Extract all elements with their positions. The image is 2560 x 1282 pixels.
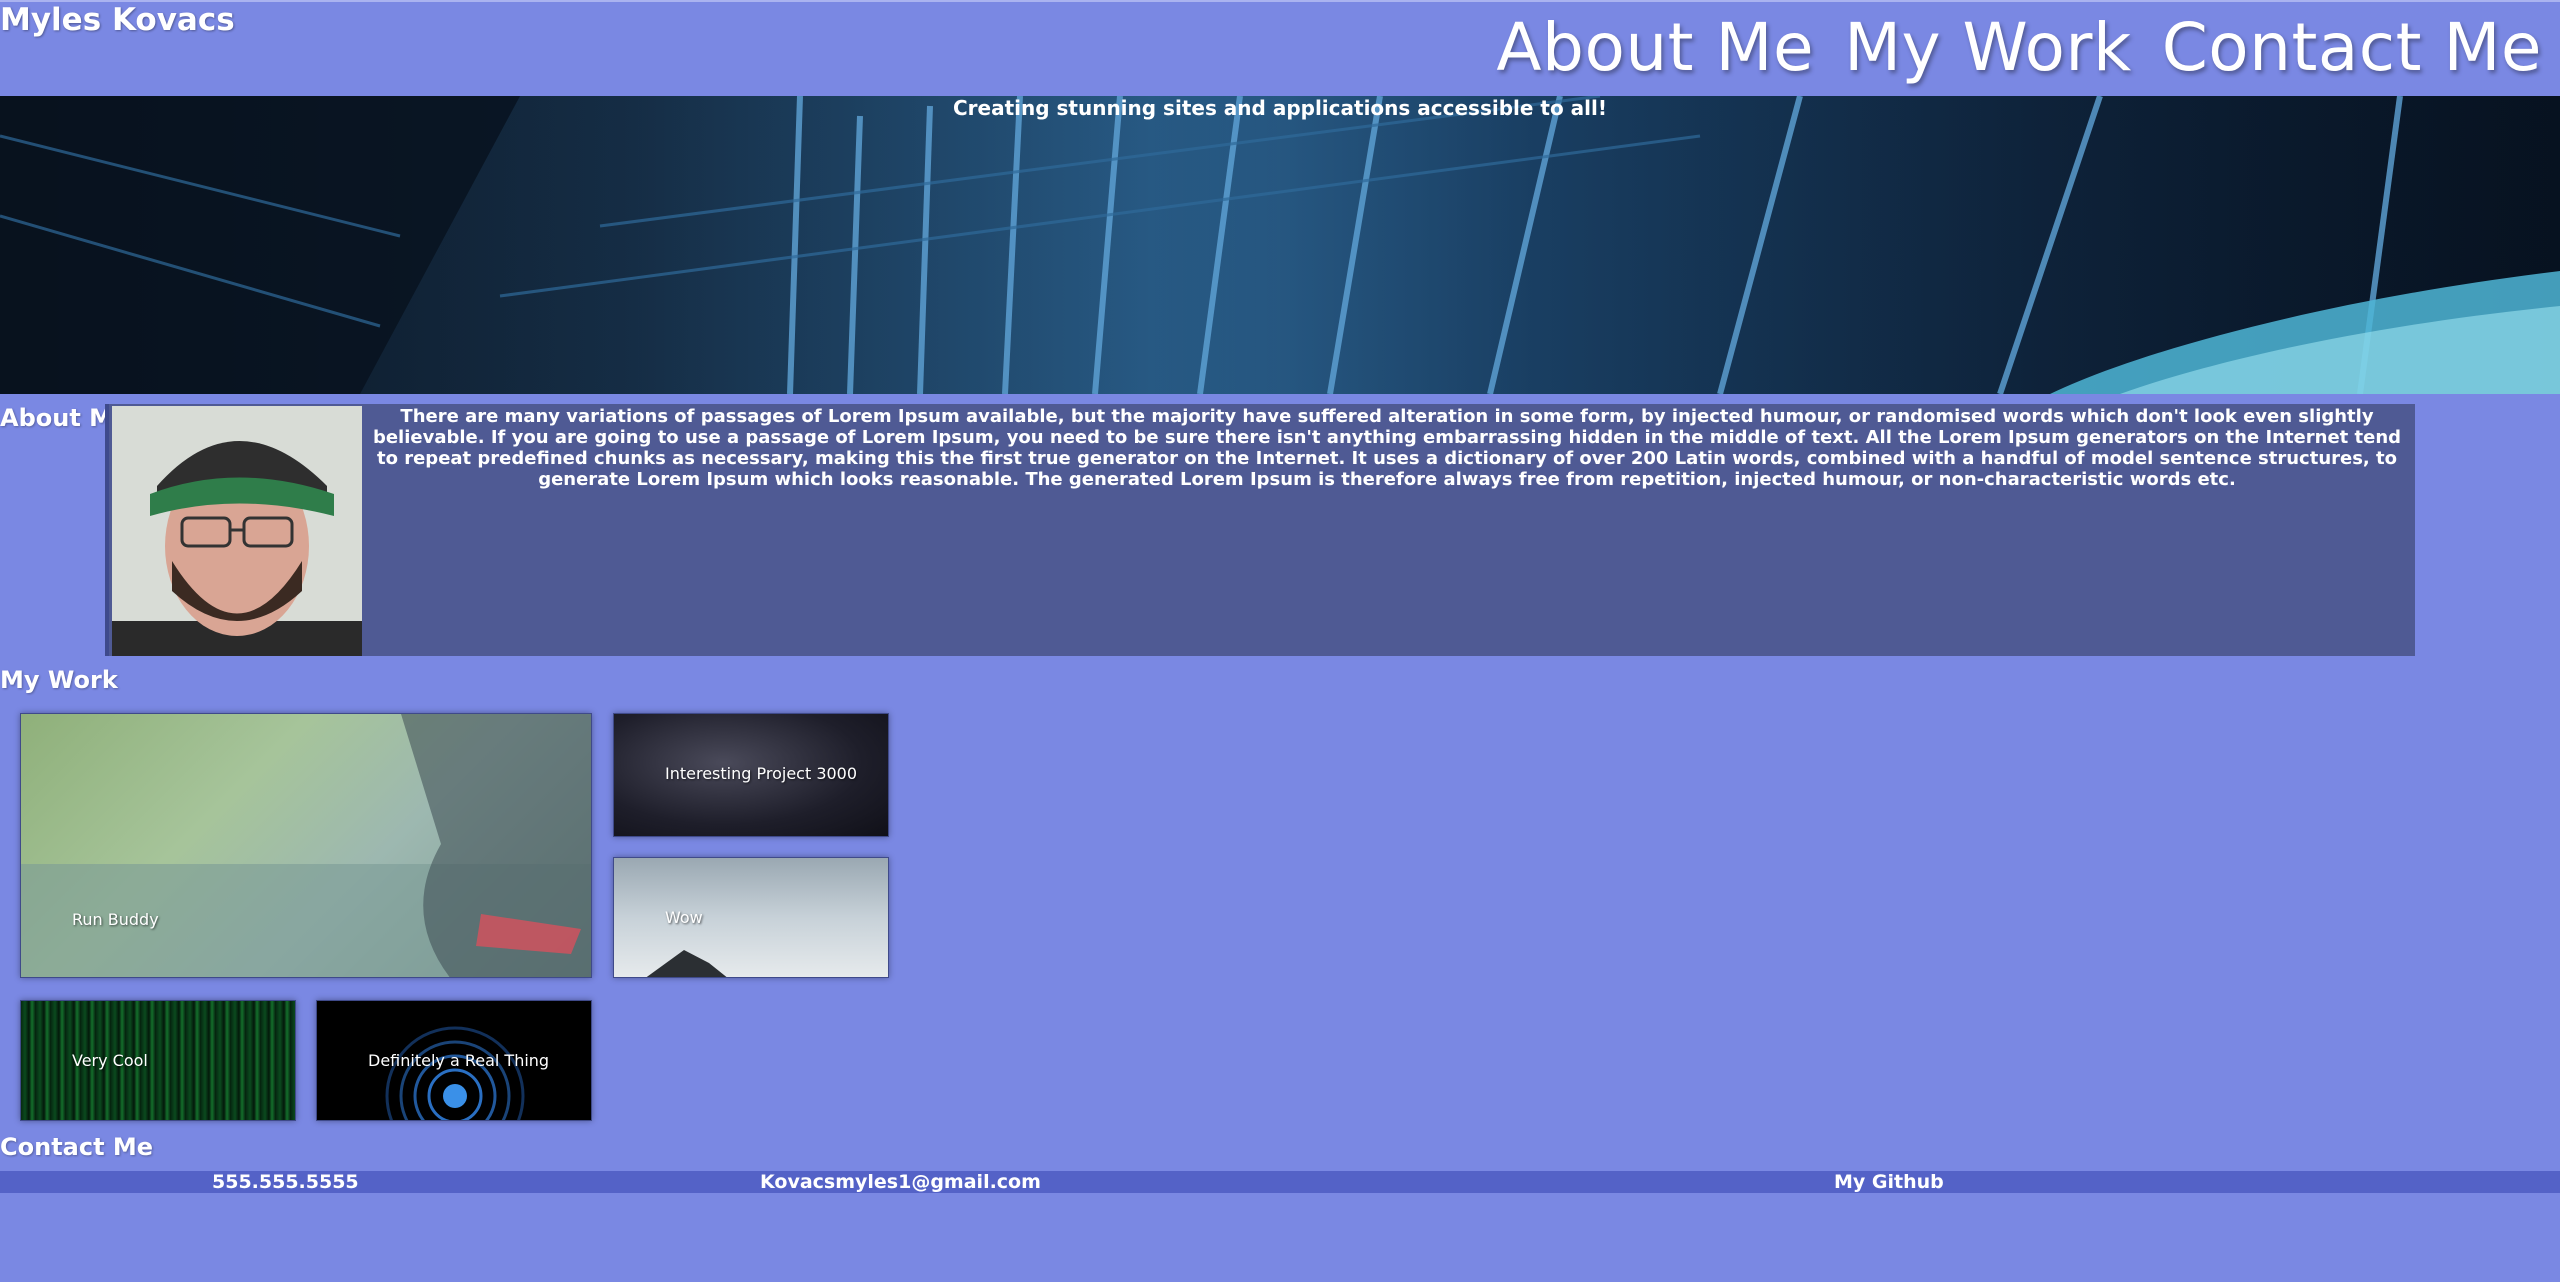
hero-background-image (0, 96, 2560, 394)
my-work-heading: My Work (0, 666, 118, 694)
contact-me-heading: Contact Me (0, 1133, 154, 1161)
profile-photo (112, 406, 362, 656)
project-card-interesting-project[interactable]: Interesting Project 3000 (613, 713, 889, 837)
project-label-definitely-real: Definitely a Real Thing (368, 1051, 550, 1070)
nav-contact-me[interactable]: Contact Me (2162, 6, 2542, 90)
wow-image (646, 950, 727, 977)
contact-phone[interactable]: 555.555.5555 (212, 1171, 359, 1193)
project-card-wow[interactable]: Wow (613, 857, 889, 978)
site-name[interactable]: Myles Kovacs (0, 2, 235, 38)
contact-bar: 555.555.5555 Kovacsmyles1@gmail.com My G… (0, 1171, 2560, 1193)
nav-my-work[interactable]: My Work (1844, 6, 2132, 90)
nav-about-me[interactable]: About Me (1496, 6, 1814, 90)
hero-tagline: Creating stunning sites and applications… (952, 96, 1608, 120)
hero-banner: Creating stunning sites and applications… (0, 96, 2560, 394)
github-link[interactable]: My Github (1834, 1171, 1944, 1193)
project-label-run-buddy: Run Buddy (72, 910, 159, 929)
project-card-run-buddy[interactable]: Run Buddy (20, 713, 592, 978)
main-nav: About Me My Work Contact Me (1496, 6, 2542, 90)
project-card-very-cool[interactable]: Very Cool (20, 1000, 296, 1121)
run-buddy-image (21, 714, 591, 977)
about-me-text: There are many variations of passages of… (372, 406, 2402, 490)
project-card-definitely-real[interactable]: Definitely a Real Thing (316, 1000, 592, 1121)
site-header: Myles Kovacs About Me My Work Contact Me (0, 0, 2560, 96)
project-label-wow: Wow (665, 908, 703, 927)
project-label-very-cool: Very Cool (72, 1051, 148, 1070)
contact-email-link[interactable]: Kovacsmyles1@gmail.com (760, 1171, 1041, 1193)
project-label-interesting-project: Interesting Project 3000 (665, 764, 858, 783)
